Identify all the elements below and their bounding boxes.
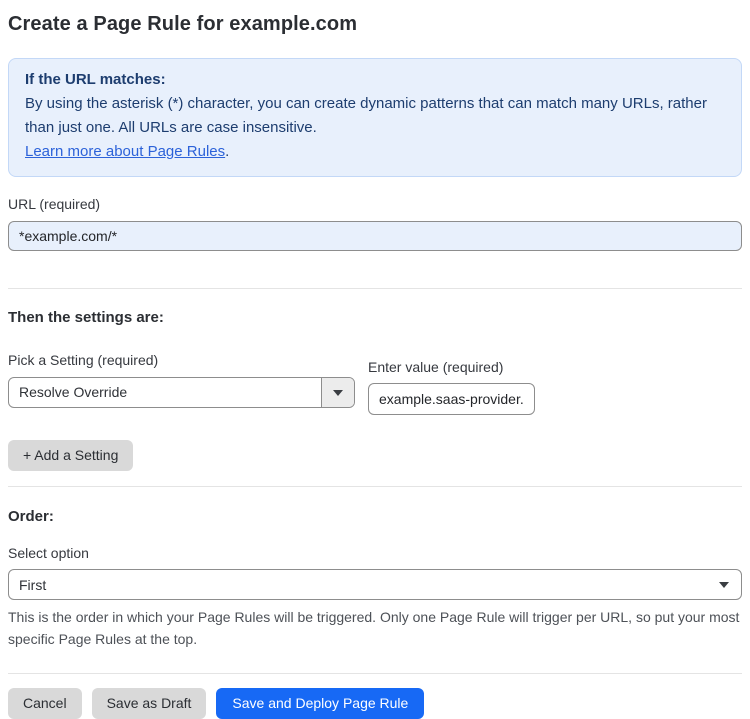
order-section-heading: Order: <box>8 508 54 525</box>
info-box-link-line: Learn more about Page Rules. <box>25 140 725 164</box>
url-match-info-box: If the URL matches: By using the asteris… <box>8 58 742 177</box>
link-suffix-period: . <box>225 143 230 160</box>
setting-value-column: Enter value (required) <box>368 359 535 415</box>
info-box-heading: If the URL matches: <box>25 71 166 88</box>
order-help-text: This is the order in which your Page Rul… <box>8 609 740 647</box>
learn-more-link[interactable]: Learn more about Page Rules <box>25 143 225 160</box>
value-field-label: Enter value (required) <box>368 359 504 375</box>
order-select-value: First <box>19 576 47 593</box>
divider <box>8 288 742 289</box>
url-field-label: URL (required) <box>8 196 101 212</box>
url-input[interactable] <box>8 221 742 251</box>
page-title: Create a Page Rule for example.com <box>8 13 358 35</box>
chevron-down-icon <box>333 389 343 396</box>
settings-row: Pick a Setting (required) Resolve Overri… <box>8 352 742 415</box>
info-box-body: By using the asterisk (*) character, you… <box>25 95 707 136</box>
order-select[interactable]: First <box>8 569 742 600</box>
add-setting-button[interactable]: + Add a Setting <box>8 440 134 471</box>
setting-select-label: Pick a Setting (required) <box>8 352 159 368</box>
setting-value-input[interactable] <box>368 383 535 415</box>
save-and-deploy-button[interactable]: Save and Deploy Page Rule <box>216 688 425 719</box>
settings-section-heading: Then the settings are: <box>8 309 164 326</box>
setting-select-column: Pick a Setting (required) Resolve Overri… <box>8 352 355 408</box>
divider <box>8 486 742 487</box>
form-actions: Cancel Save as Draft Save and Deploy Pag… <box>8 688 742 719</box>
setting-select[interactable]: Resolve Override <box>8 377 355 408</box>
cancel-button[interactable]: Cancel <box>8 688 82 719</box>
page-rule-form: Create a Page Rule for example.com If th… <box>0 0 750 719</box>
divider <box>8 673 742 674</box>
order-select-label: Select option <box>8 545 89 561</box>
setting-select-arrow-button[interactable] <box>321 378 354 407</box>
setting-select-value: Resolve Override <box>19 384 128 400</box>
chevron-down-icon <box>719 581 729 588</box>
save-as-draft-button[interactable]: Save as Draft <box>91 688 207 719</box>
